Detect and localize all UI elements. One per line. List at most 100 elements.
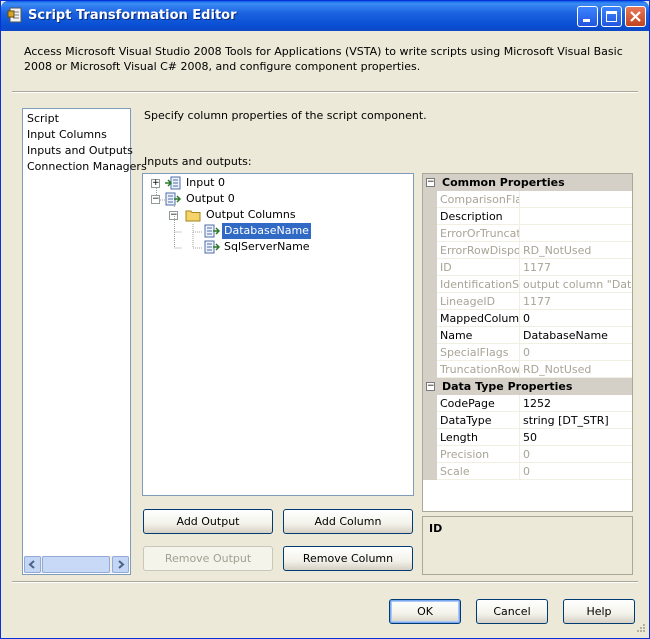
property-value-cell[interactable]: 50 xyxy=(519,429,632,446)
property-value-cell: output column "DatabaseName" xyxy=(519,276,632,293)
property-row[interactable]: ErrorOrTruncationOperation xyxy=(423,225,632,242)
property-name: Precision xyxy=(440,448,490,461)
property-value-cell[interactable] xyxy=(519,208,632,225)
row-margin xyxy=(423,208,437,225)
navigation-pane: Script Input Columns Inputs and Outputs … xyxy=(22,108,147,575)
property-name: SpecialFlags xyxy=(440,346,509,359)
scroll-right-button[interactable] xyxy=(112,556,129,573)
row-margin xyxy=(423,446,437,463)
property-name: DataType xyxy=(440,414,492,427)
nav-item-connection-managers[interactable]: Connection Managers xyxy=(27,160,147,173)
collapse-minus-icon[interactable]: − xyxy=(151,195,160,204)
ok-button[interactable]: OK xyxy=(389,599,461,624)
property-value-cell: RD_NotUsed xyxy=(519,361,632,378)
property-row[interactable]: IdentificationString output column "Datab… xyxy=(423,276,632,293)
cancel-button[interactable]: Cancel xyxy=(476,599,548,624)
tree-node-column-sqlservername[interactable]: SqlServerName xyxy=(143,239,413,255)
row-margin xyxy=(423,242,437,259)
property-row[interactable]: Precision 0 xyxy=(423,446,632,463)
nav-horizontal-scrollbar[interactable] xyxy=(24,556,129,573)
property-row[interactable]: LineageID 1177 xyxy=(423,293,632,310)
property-row[interactable]: Name DatabaseName xyxy=(423,327,632,344)
add-output-button[interactable]: Add Output xyxy=(143,509,273,534)
property-value-cell: 0 xyxy=(519,463,632,480)
section-heading: Specify column properties of the script … xyxy=(144,109,427,122)
title-bar[interactable]: Script Transformation Editor xyxy=(1,1,649,31)
resize-grip-icon[interactable] xyxy=(634,623,646,635)
input-icon xyxy=(165,176,181,190)
property-name: TruncationRowDisposition xyxy=(440,363,519,376)
property-value: 0 xyxy=(523,346,530,359)
dialog-description: Access Microsoft Visual Studio 2008 Tool… xyxy=(24,45,623,73)
minimize-button[interactable] xyxy=(577,6,598,27)
row-margin xyxy=(423,361,437,378)
property-row[interactable]: CodePage 1252 xyxy=(423,395,632,412)
close-icon xyxy=(630,11,641,22)
nav-item-input-columns[interactable]: Input Columns xyxy=(27,128,107,141)
nav-item-inputs-and-outputs[interactable]: Inputs and Outputs xyxy=(27,144,133,157)
property-value-cell[interactable]: string [DT_STR] xyxy=(519,412,632,429)
minimize-icon xyxy=(583,19,590,22)
row-margin xyxy=(423,293,437,310)
top-separator xyxy=(12,91,638,93)
property-grid: − Common Properties ComparisonFlags Descr… xyxy=(422,173,633,512)
property-row[interactable]: ComparisonFlags xyxy=(423,191,632,208)
scroll-left-button[interactable] xyxy=(24,556,41,573)
property-row[interactable]: ErrorRowDisposition RD_NotUsed xyxy=(423,242,632,259)
chevron-left-icon xyxy=(28,560,35,569)
collapse-minus-icon[interactable]: − xyxy=(169,211,178,220)
tree-node-column-databasename[interactable]: DatabaseName xyxy=(143,223,413,239)
row-margin xyxy=(423,344,437,361)
property-row[interactable]: ID 1177 xyxy=(423,259,632,276)
tree-node-input-0[interactable]: + Input 0 xyxy=(143,175,413,191)
row-margin xyxy=(423,412,437,429)
property-value-cell[interactable]: DatabaseName xyxy=(519,327,632,344)
property-name: MappedColumnID xyxy=(440,312,519,325)
property-value: output column "DatabaseName" xyxy=(523,278,632,291)
collapse-minus-icon[interactable]: − xyxy=(426,382,435,391)
property-value-cell xyxy=(519,191,632,208)
bottom-separator xyxy=(12,581,638,583)
tree-node-output-columns[interactable]: − Output Columns xyxy=(143,207,413,223)
row-margin xyxy=(423,463,437,480)
maximize-button[interactable] xyxy=(601,6,622,27)
category-common-properties[interactable]: − Common Properties xyxy=(423,174,632,191)
property-row[interactable]: SpecialFlags 0 xyxy=(423,344,632,361)
tree-node-output-0[interactable]: − Output 0 xyxy=(143,191,413,207)
property-name: CodePage xyxy=(440,397,495,410)
category-data-type-properties[interactable]: − Data Type Properties xyxy=(423,378,632,395)
tree-label: Output 0 xyxy=(186,192,235,205)
property-row[interactable]: MappedColumnID 0 xyxy=(423,310,632,327)
remove-column-button[interactable]: Remove Column xyxy=(283,546,413,571)
tree-label: SqlServerName xyxy=(224,240,310,253)
scroll-thumb[interactable] xyxy=(42,556,110,573)
property-row[interactable]: DataType string [DT_STR] xyxy=(423,412,632,429)
row-margin xyxy=(423,310,437,327)
remove-output-button[interactable]: Remove Output xyxy=(143,546,273,571)
help-button[interactable]: Help xyxy=(563,599,635,624)
row-margin xyxy=(423,395,437,412)
row-margin xyxy=(423,191,437,208)
add-column-button[interactable]: Add Column xyxy=(283,509,413,534)
property-name: ErrorRowDisposition xyxy=(440,244,519,257)
property-row[interactable]: Description xyxy=(423,208,632,225)
property-name: LineageID xyxy=(440,295,496,308)
property-value: RD_NotUsed xyxy=(523,244,592,257)
tree-label-selected: DatabaseName xyxy=(222,223,311,239)
property-value-cell[interactable]: 0 xyxy=(519,310,632,327)
window-title: Script Transformation Editor xyxy=(28,8,237,23)
property-row[interactable]: TruncationRowDisposition RD_NotUsed xyxy=(423,361,632,378)
property-value: 0 xyxy=(523,448,530,461)
property-name: IdentificationString xyxy=(440,278,519,291)
property-name: ErrorOrTruncationOperation xyxy=(440,227,519,240)
property-value-cell[interactable]: 1252 xyxy=(519,395,632,412)
expand-plus-icon[interactable]: + xyxy=(151,179,160,188)
close-button[interactable] xyxy=(625,6,646,27)
output-column-icon xyxy=(204,240,220,254)
output-icon xyxy=(165,192,181,206)
nav-item-script[interactable]: Script xyxy=(27,112,59,125)
property-row[interactable]: Length 50 xyxy=(423,429,632,446)
property-value-cell: 0 xyxy=(519,446,632,463)
collapse-minus-icon[interactable]: − xyxy=(426,178,435,187)
property-row[interactable]: Scale 0 xyxy=(423,463,632,480)
